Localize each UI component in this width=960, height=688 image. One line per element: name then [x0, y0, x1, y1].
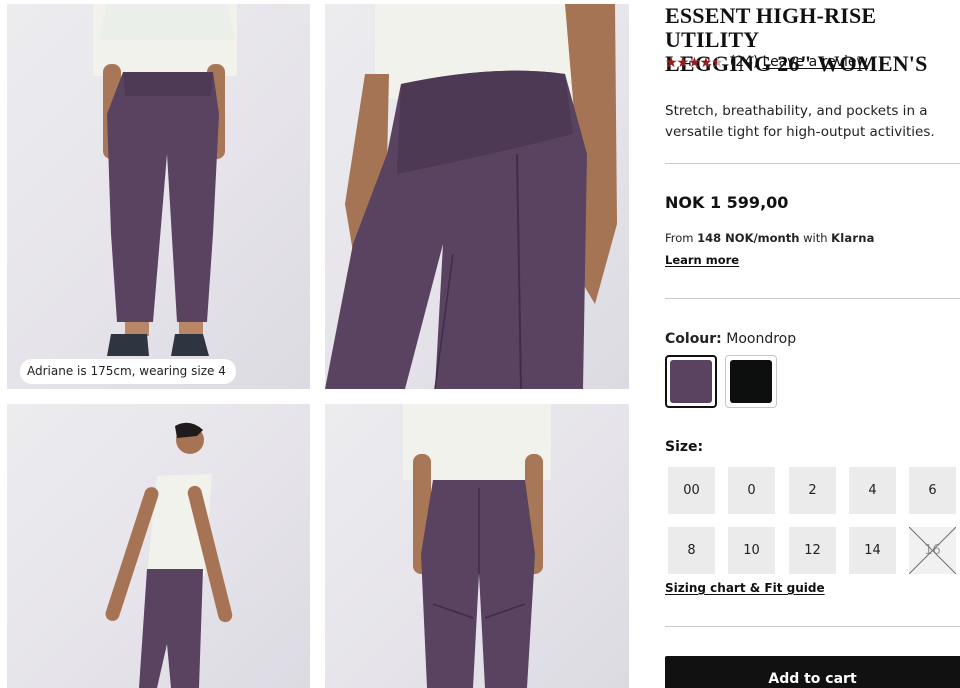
klarna-amount: 148 NOK/month — [697, 231, 800, 245]
size-option-8[interactable]: 8 — [668, 527, 715, 574]
model-front-illustration — [93, 4, 237, 356]
klarna-learn-more-link[interactable]: Learn more — [665, 253, 739, 267]
size-option-12[interactable]: 12 — [789, 527, 836, 574]
klarna-from-text: From — [665, 231, 694, 245]
unavailable-cross-icon — [909, 527, 956, 574]
product-price: NOK 1 599,00 — [665, 193, 789, 212]
leave-review-link[interactable]: Leave a review — [763, 54, 868, 70]
colour-swatch-moondrop[interactable] — [665, 355, 717, 408]
colour-swatch-black[interactable] — [725, 355, 777, 408]
size-option-16-unavailable[interactable]: 16 — [909, 527, 956, 574]
product-title-line1: ESSENT HIGH-RISE UTILITY — [665, 3, 877, 52]
review-count: (24) — [729, 54, 759, 70]
model-back-illustration — [403, 404, 551, 688]
size-label: Size: — [665, 439, 704, 455]
klarna-logo: Klarna — [831, 231, 875, 245]
size-option-2[interactable]: 2 — [789, 467, 836, 514]
product-description: Stretch, breathability, and pockets in a… — [665, 103, 935, 140]
rating-row: ★★★★★ ★★★★★ (24) Leave a review — [665, 52, 868, 72]
product-image-detail[interactable] — [325, 4, 629, 389]
size-option-0[interactable]: 0 — [728, 467, 775, 514]
size-option-6[interactable]: 6 — [909, 467, 956, 514]
colour-label: Colour: Moondrop — [665, 331, 796, 347]
divider — [665, 626, 960, 627]
selected-colour-name: Moondrop — [726, 331, 797, 347]
size-option-00[interactable]: 00 — [668, 467, 715, 514]
sizing-chart-link[interactable]: Sizing chart & Fit guide — [665, 581, 825, 595]
colour-swatch-fill — [670, 360, 712, 403]
add-to-cart-button[interactable]: Add to cart — [665, 656, 960, 688]
divider — [665, 298, 960, 299]
colour-label-heading: Colour: — [665, 331, 722, 347]
size-option-4[interactable]: 4 — [849, 467, 896, 514]
model-side-illustration — [105, 422, 233, 688]
product-image-side[interactable] — [7, 404, 310, 688]
star-rating-icon: ★★★★★ ★★★★★ — [665, 54, 724, 70]
product-image-back[interactable] — [325, 404, 629, 688]
colour-swatch-fill — [730, 360, 772, 403]
product-image-front[interactable]: Adriane is 175cm, wearing size 4 — [7, 4, 310, 389]
product-details-panel: ESSENT HIGH-RISE UTILITY LEGGING 26" WOM… — [665, 0, 960, 688]
divider — [665, 163, 960, 164]
size-option-10[interactable]: 10 — [728, 527, 775, 574]
klarna-installments: From 148 NOK/month with Klarna — [665, 231, 875, 245]
model-size-caption: Adriane is 175cm, wearing size 4 — [20, 359, 236, 384]
waistband-closeup-illustration — [325, 4, 617, 389]
size-option-14[interactable]: 14 — [849, 527, 896, 574]
klarna-with-text: with — [803, 231, 828, 245]
